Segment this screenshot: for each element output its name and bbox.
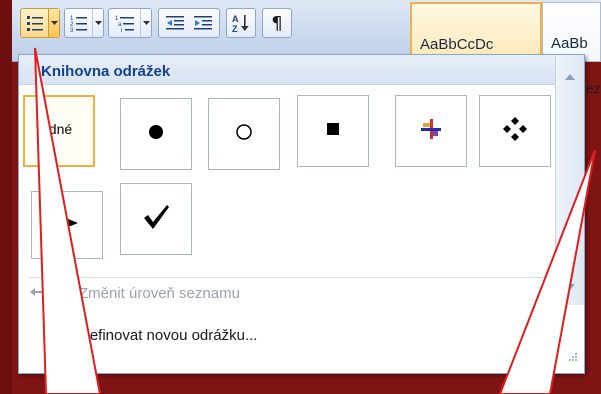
- callout-left: [34, 47, 102, 394]
- callout-lines: [34, 47, 596, 394]
- callout-right: [498, 149, 596, 394]
